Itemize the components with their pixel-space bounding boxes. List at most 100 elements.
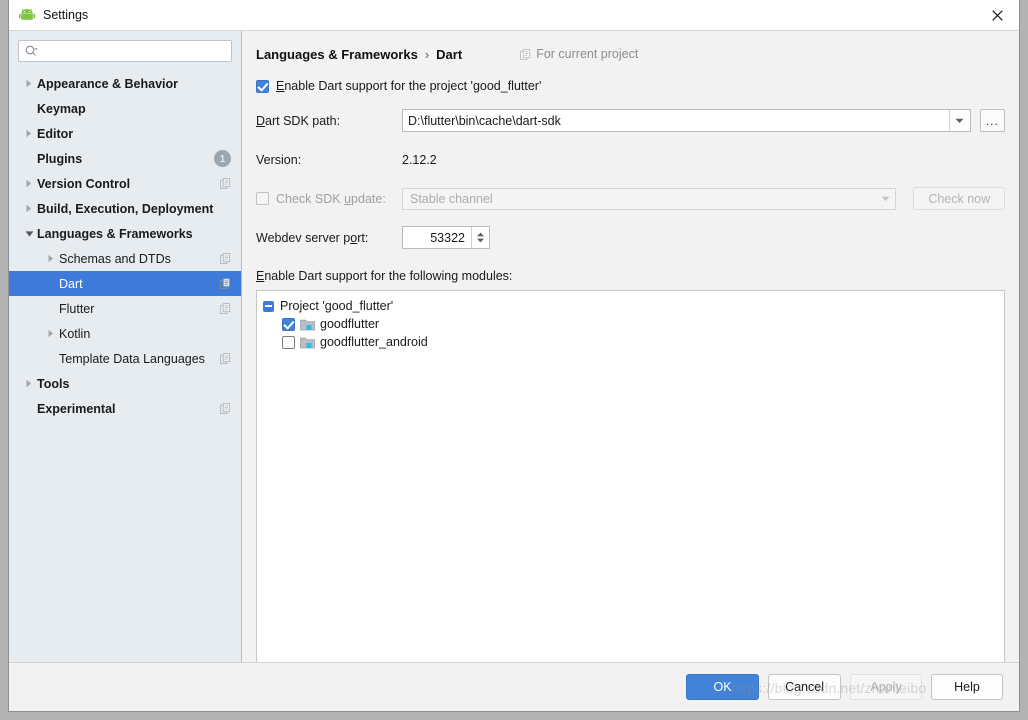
dart-settings-panel: Languages & Frameworks › Dart For curren… [242, 31, 1019, 662]
sidebar-item-label: Kotlin [59, 326, 91, 341]
sdk-channel-select[interactable]: Stable channel [402, 187, 897, 210]
chevron-down-icon[interactable] [21, 230, 37, 238]
enable-dart-support-row[interactable]: Enable Dart support for the project 'goo… [256, 79, 1005, 93]
chevron-right-icon[interactable] [21, 204, 37, 213]
breadcrumb-separator: › [424, 46, 430, 62]
webdev-port-value: 53322 [430, 230, 465, 245]
webdev-port-row: Webdev server port: 53322 [256, 226, 1005, 249]
sidebar-item-build-execution-deployment[interactable]: Build, Execution, Deployment [9, 196, 241, 221]
sdk-channel-dropdown-icon [875, 189, 895, 209]
webdev-port-label: Webdev server port: [256, 230, 369, 245]
project-scope-icon [220, 303, 231, 314]
modules-label-rest: nable Dart support for the following mod… [264, 269, 513, 283]
sidebar-item-languages-frameworks[interactable]: Languages & Frameworks [9, 221, 241, 246]
for-current-project-label: For current project [520, 47, 638, 61]
ok-button[interactable]: OK [686, 674, 760, 700]
project-scope-icon [220, 278, 231, 289]
sdk-path-row: Dart SDK path: D:\flutter\bin\cache\dart… [256, 109, 1005, 132]
project-scope-icon [220, 403, 231, 414]
sidebar-item-label: Version Control [37, 176, 131, 191]
sidebar-item-template-data-languages[interactable]: Template Data Languages [9, 346, 241, 371]
version-value: 2.12.2 [402, 152, 437, 167]
chevron-right-icon [26, 179, 32, 188]
sidebar-item-label: Plugins [37, 151, 83, 166]
sidebar-item-dart[interactable]: Dart [9, 271, 241, 296]
sidebar-item-kotlin[interactable]: Kotlin [9, 321, 241, 346]
apply-button[interactable]: Apply [850, 674, 922, 700]
breadcrumb-current: Dart [436, 46, 463, 62]
sidebar-item-keymap[interactable]: Keymap [9, 96, 241, 121]
enable-dart-support-checkbox[interactable] [256, 79, 269, 93]
sidebar-item-tools[interactable]: Tools [9, 371, 241, 396]
sidebar-item-flutter[interactable]: Flutter [9, 296, 241, 321]
webdev-port-spin-buttons[interactable] [471, 227, 489, 248]
sidebar-item-badge: 1 [214, 150, 231, 167]
sidebar-item-label: Languages & Frameworks [37, 226, 193, 241]
check-now-button[interactable]: Check now [913, 187, 1005, 210]
chevron-right-icon[interactable] [21, 179, 37, 188]
sidebar-item-label: Build, Execution, Deployment [37, 201, 214, 216]
modules-tree[interactable]: Project 'good_flutter' goodflutter goodfl… [256, 290, 1005, 662]
sdk-path-label: Dart SDK path: [256, 113, 341, 128]
help-button[interactable]: Help [931, 674, 1003, 700]
cancel-button[interactable]: Cancel [768, 674, 841, 700]
dialog-body: Appearance & Behavior Keymap Editor Plugins… [9, 31, 1019, 662]
close-button[interactable] [975, 0, 1019, 30]
chevron-right-icon [48, 329, 54, 338]
search-box[interactable] [18, 40, 232, 62]
sdk-path-browse-button[interactable]: ... [979, 109, 1005, 132]
chevron-right-icon [26, 79, 32, 88]
sidebar-item-label: Tools [37, 376, 70, 391]
chevron-right-icon [48, 254, 54, 263]
sidebar-item-editor[interactable]: Editor [9, 121, 241, 146]
module-row[interactable]: goodflutter_android [263, 333, 1004, 351]
android-icon [19, 8, 35, 22]
sidebar-item-plugins[interactable]: Plugins 1 [9, 146, 241, 171]
project-scope-icon [220, 178, 231, 189]
sidebar-item-appearance-behavior[interactable]: Appearance & Behavior [9, 71, 241, 96]
sidebar-item-label: Appearance & Behavior [37, 76, 179, 91]
webdev-port-stepper[interactable]: 53322 [402, 226, 490, 249]
chevron-right-icon[interactable] [43, 254, 59, 263]
module-checkbox[interactable] [282, 335, 295, 349]
chevron-down-icon [881, 196, 890, 201]
sdk-path-input[interactable]: D:\flutter\bin\cache\dart-sdk [402, 109, 971, 132]
project-scope-icon [220, 353, 231, 364]
chevron-right-icon[interactable] [21, 379, 37, 388]
sidebar-item-schemas-and-dtds[interactable]: Schemas and DTDs [9, 246, 241, 271]
chevron-right-icon[interactable] [43, 329, 59, 338]
chevron-right-icon [26, 204, 32, 213]
breadcrumb-parent[interactable]: Languages & Frameworks [256, 47, 418, 62]
sdk-path-dropdown-button[interactable] [948, 110, 970, 131]
module-checkbox[interactable] [282, 317, 295, 331]
search-input[interactable] [38, 44, 231, 58]
chevron-right-icon [26, 129, 32, 138]
chevron-right-icon[interactable] [21, 79, 37, 88]
project-scope-icon [220, 253, 231, 264]
check-sdk-update-text: Check SDK update: [276, 191, 386, 206]
search-icon [25, 45, 38, 56]
modules-tree-root[interactable]: Project 'good_flutter' [263, 297, 1004, 315]
sidebar-item-label: Experimental [37, 401, 116, 416]
modules-list: goodflutter goodflutter_android [263, 315, 1004, 351]
sidebar-item-experimental[interactable]: Experimental [9, 396, 241, 421]
check-sdk-update-row: Check SDK update: Stable channel Check n… [256, 187, 1005, 210]
collapse-icon[interactable] [263, 300, 274, 312]
sdk-path-label-rest: art SDK path: [265, 113, 341, 128]
version-row: Version: 2.12.2 [256, 148, 1005, 171]
chevron-right-icon[interactable] [21, 129, 37, 138]
module-icon [300, 336, 315, 349]
close-icon [991, 9, 1003, 21]
title-bar: Settings [9, 0, 1019, 31]
module-name: goodflutter_android [320, 335, 428, 349]
sidebar-item-label: Dart [59, 276, 83, 291]
check-sdk-update-checkbox[interactable] [256, 192, 269, 205]
sidebar-item-label: Flutter [59, 301, 95, 316]
chevron-right-icon [26, 379, 32, 388]
module-row[interactable]: goodflutter [263, 315, 1004, 333]
sidebar-item-label: Schemas and DTDs [59, 251, 171, 266]
chevron-down-icon [25, 230, 33, 237]
sidebar-item-version-control[interactable]: Version Control [9, 171, 241, 196]
chevron-down-icon [477, 238, 484, 243]
modules-root-label: Project 'good_flutter' [280, 299, 394, 313]
